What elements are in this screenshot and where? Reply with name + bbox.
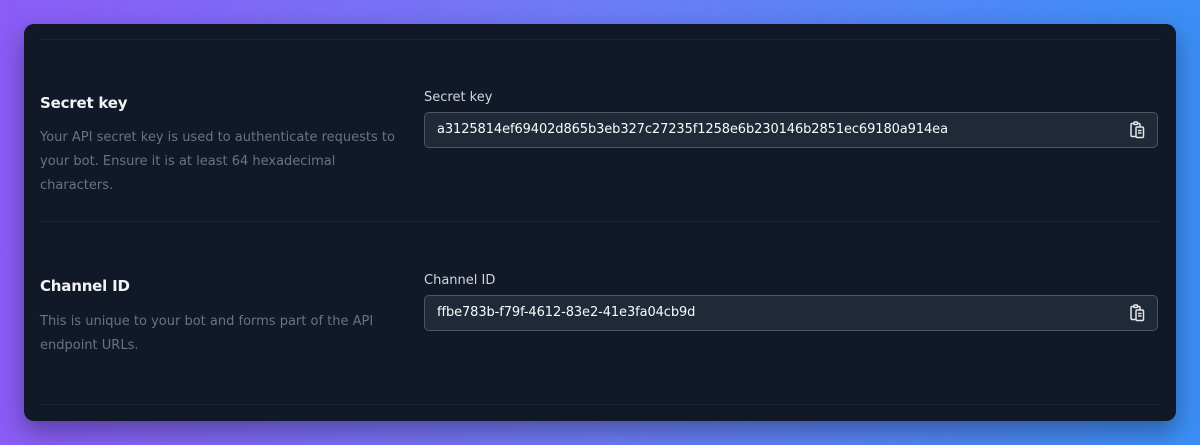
secret-key-title: Secret key (40, 94, 128, 112)
clipboard-copy-icon[interactable] (1127, 303, 1147, 323)
secret-key-value[interactable]: a3125814ef69402d865b3eb327c27235f1258e6b… (437, 113, 948, 147)
channel-id-title: Channel ID (40, 277, 130, 295)
channel-id-field[interactable]: ffbe783b-f79f-4612-83e2-41e3fa04cb9d (424, 295, 1158, 331)
channel-id-value[interactable]: ffbe783b-f79f-4612-83e2-41e3fa04cb9d (437, 296, 695, 330)
bottom-divider (40, 404, 1160, 405)
top-divider (40, 39, 1160, 40)
clipboard-copy-icon[interactable] (1127, 120, 1147, 140)
middle-divider (40, 221, 1160, 222)
secret-key-field-label: Secret key (424, 90, 493, 105)
secret-key-field[interactable]: a3125814ef69402d865b3eb327c27235f1258e6b… (424, 112, 1158, 148)
secret-key-description: Your API secret key is used to authentic… (40, 130, 395, 193)
channel-id-description: This is unique to your bot and forms par… (40, 314, 374, 353)
settings-panel: Secret key Your API secret key is used t… (24, 24, 1176, 421)
channel-id-field-label: Channel ID (424, 273, 496, 288)
